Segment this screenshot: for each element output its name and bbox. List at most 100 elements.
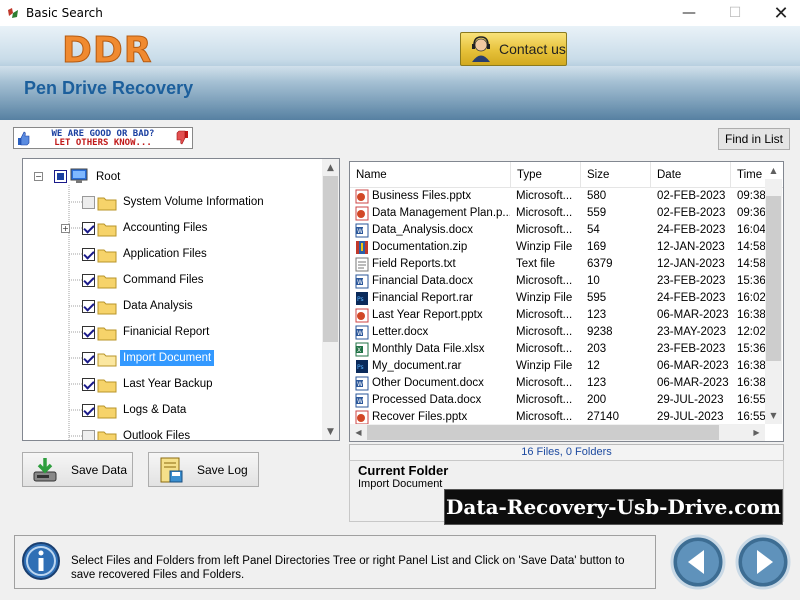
tree-item[interactable]: Application Files — [23, 242, 323, 268]
column-header-type[interactable]: Type — [511, 162, 581, 188]
pptx-file-icon — [355, 206, 369, 221]
tree-item-checkbox[interactable] — [82, 300, 95, 313]
tree-item-checkbox[interactable] — [82, 222, 95, 235]
cell-name: Documentation.zip — [372, 241, 468, 253]
tree-item-checkbox[interactable] — [82, 196, 95, 209]
svg-text:W: W — [357, 398, 363, 405]
svg-text:W: W — [357, 330, 363, 337]
table-row[interactable]: Ps Financial Report.rar Winzip File 595 24-F… — [350, 290, 765, 307]
scroll-thumb[interactable] — [323, 176, 338, 342]
window-title: Basic Search — [26, 6, 103, 20]
back-button[interactable] — [670, 534, 726, 590]
tree-item[interactable]: Outlook Files — [23, 424, 323, 441]
column-header-date[interactable]: Date — [651, 162, 731, 188]
folder-icon — [97, 275, 117, 289]
table-row[interactable]: W Financial Data.docx Microsoft... 10 23-FEB… — [350, 273, 765, 290]
list-hscroll-thumb[interactable] — [367, 425, 719, 440]
close-button[interactable]: ✕ — [758, 0, 800, 26]
tree-item-checkbox[interactable] — [82, 404, 95, 417]
cell-size: 10 — [587, 275, 600, 287]
cell-date: 06-MAR-2023 — [657, 360, 729, 372]
column-header-name[interactable]: Name — [350, 162, 511, 188]
table-row[interactable]: Business Files.pptx Microsoft... 580 02-FEB… — [350, 188, 765, 205]
svg-text:W: W — [357, 279, 363, 286]
save-log-button[interactable]: Save Log — [148, 452, 259, 487]
table-row[interactable]: Documentation.zip Winzip File 169 12-JAN-20… — [350, 239, 765, 256]
scroll-down-arrow-icon[interactable]: ▼ — [322, 423, 339, 440]
scroll-right-arrow-icon[interactable]: ▶ — [748, 424, 765, 441]
instruction-text: Select Files and Folders from left Panel… — [71, 555, 625, 581]
cell-name: Data_Analysis.docx — [372, 224, 473, 236]
tree-item-checkbox[interactable] — [82, 378, 95, 391]
cell-time: 16:04 — [737, 224, 765, 236]
tree-item[interactable]: Finanicial Report — [23, 320, 323, 346]
scroll-up-arrow-icon[interactable]: ▲ — [322, 159, 339, 176]
tree-item-checkbox[interactable] — [82, 430, 95, 440]
product-name: Pen Drive Recovery — [24, 78, 194, 98]
expand-toggle-icon[interactable]: + — [61, 224, 70, 233]
root-checkbox[interactable] — [54, 170, 67, 183]
svg-text:X: X — [357, 347, 361, 354]
scroll-left-arrow-icon[interactable]: ◀ — [350, 424, 367, 441]
list-horizontal-scrollbar[interactable]: ◀ ▶ — [350, 424, 765, 441]
tree-item-checkbox[interactable] — [82, 352, 95, 365]
tree-item-checkbox[interactable] — [82, 326, 95, 339]
table-row[interactable]: Field Reports.txt Text file 6379 12-JAN-202… — [350, 256, 765, 273]
next-button[interactable] — [735, 534, 791, 590]
directory-tree[interactable]: − Root System Volume Information + Account… — [22, 158, 340, 441]
file-count-status: 16 Files, 0 Folders — [349, 444, 784, 461]
list-vertical-scrollbar[interactable] — [765, 179, 782, 424]
tree-item[interactable]: Logs & Data — [23, 398, 323, 424]
table-row[interactable]: W Other Document.docx Microsoft... 123 06-MA… — [350, 375, 765, 392]
cell-size: 580 — [587, 190, 607, 202]
tree-item[interactable]: System Volume Information — [23, 190, 323, 216]
column-header-size[interactable]: Size — [581, 162, 651, 188]
list-scroll-down-arrow-icon[interactable]: ▼ — [765, 407, 782, 424]
tree-item[interactable]: Data Analysis — [23, 294, 323, 320]
table-row[interactable]: Last Year Report.pptx Microsoft... 123 06-M… — [350, 307, 765, 324]
tree-item-label: Application Files — [123, 248, 207, 260]
docx-file-icon: W — [355, 376, 369, 391]
file-list[interactable]: Name Type Size Date Time Business Files.… — [349, 161, 784, 442]
contact-us-button[interactable]: Contact us — [460, 32, 567, 66]
minimize-button[interactable]: — — [666, 0, 712, 26]
table-row[interactable]: W Letter.docx Microsoft... 9238 23-MAY-2023 1… — [350, 324, 765, 341]
instruction-bar: Select Files and Folders from left Panel… — [14, 535, 656, 589]
table-row[interactable]: Ps My_document.rar Winzip File 12 06-MAR-202… — [350, 358, 765, 375]
table-row[interactable]: Data Management Plan.p... Microsoft... 559… — [350, 205, 765, 222]
tree-item[interactable]: Import Document — [23, 346, 323, 372]
table-row[interactable]: W Data_Analysis.docx Microsoft... 54 24-FEB-… — [350, 222, 765, 239]
tree-item-checkbox[interactable] — [82, 274, 95, 287]
collapse-toggle[interactable]: − — [34, 172, 43, 181]
tree-item[interactable]: Last Year Backup — [23, 372, 323, 398]
feedback-badge[interactable]: WE ARE GOOD OR BAD? LET OTHERS KNOW... — [13, 127, 193, 149]
list-scroll-up-arrow-icon[interactable]: ▲ — [765, 162, 782, 179]
cell-date: 06-MAR-2023 — [657, 377, 729, 389]
tree-item-label: Outlook Files — [123, 430, 191, 441]
tree-item[interactable]: + Accounting Files — [23, 216, 323, 242]
cell-date: 02-FEB-2023 — [657, 207, 726, 219]
table-row[interactable]: W Processed Data.docx Microsoft... 200 29-JU… — [350, 392, 765, 409]
maximize-button[interactable]: ☐ — [712, 0, 758, 26]
cell-size: 559 — [587, 207, 607, 219]
cell-size: 595 — [587, 292, 607, 304]
cell-size: 203 — [587, 343, 607, 355]
tree-item[interactable]: Command Files — [23, 268, 323, 294]
folder-icon — [97, 301, 117, 315]
cell-type: Microsoft... — [516, 207, 573, 219]
list-vscroll-thumb[interactable] — [766, 196, 781, 361]
tree-item-checkbox[interactable] — [82, 248, 95, 261]
save-data-button[interactable]: Save Data — [22, 452, 133, 487]
tree-vertical-scrollbar[interactable]: ▲ ▼ — [322, 159, 339, 440]
tree-item-label: Command Files — [123, 274, 204, 286]
cell-date: 23-MAY-2023 — [657, 326, 727, 338]
contact-us-label: Contact us — [499, 41, 566, 57]
cell-date: 24-FEB-2023 — [657, 292, 726, 304]
find-in-list-button[interactable]: Find in List — [718, 128, 790, 150]
cell-date: 23-FEB-2023 — [657, 343, 726, 355]
cell-time: 16:02 — [737, 292, 765, 304]
tree-root[interactable]: − Root — [23, 164, 323, 190]
cell-date: 12-JAN-2023 — [657, 258, 725, 270]
cell-time: 09:36 — [737, 207, 765, 219]
table-row[interactable]: X Monthly Data File.xlsx Microsoft... 203 23… — [350, 341, 765, 358]
